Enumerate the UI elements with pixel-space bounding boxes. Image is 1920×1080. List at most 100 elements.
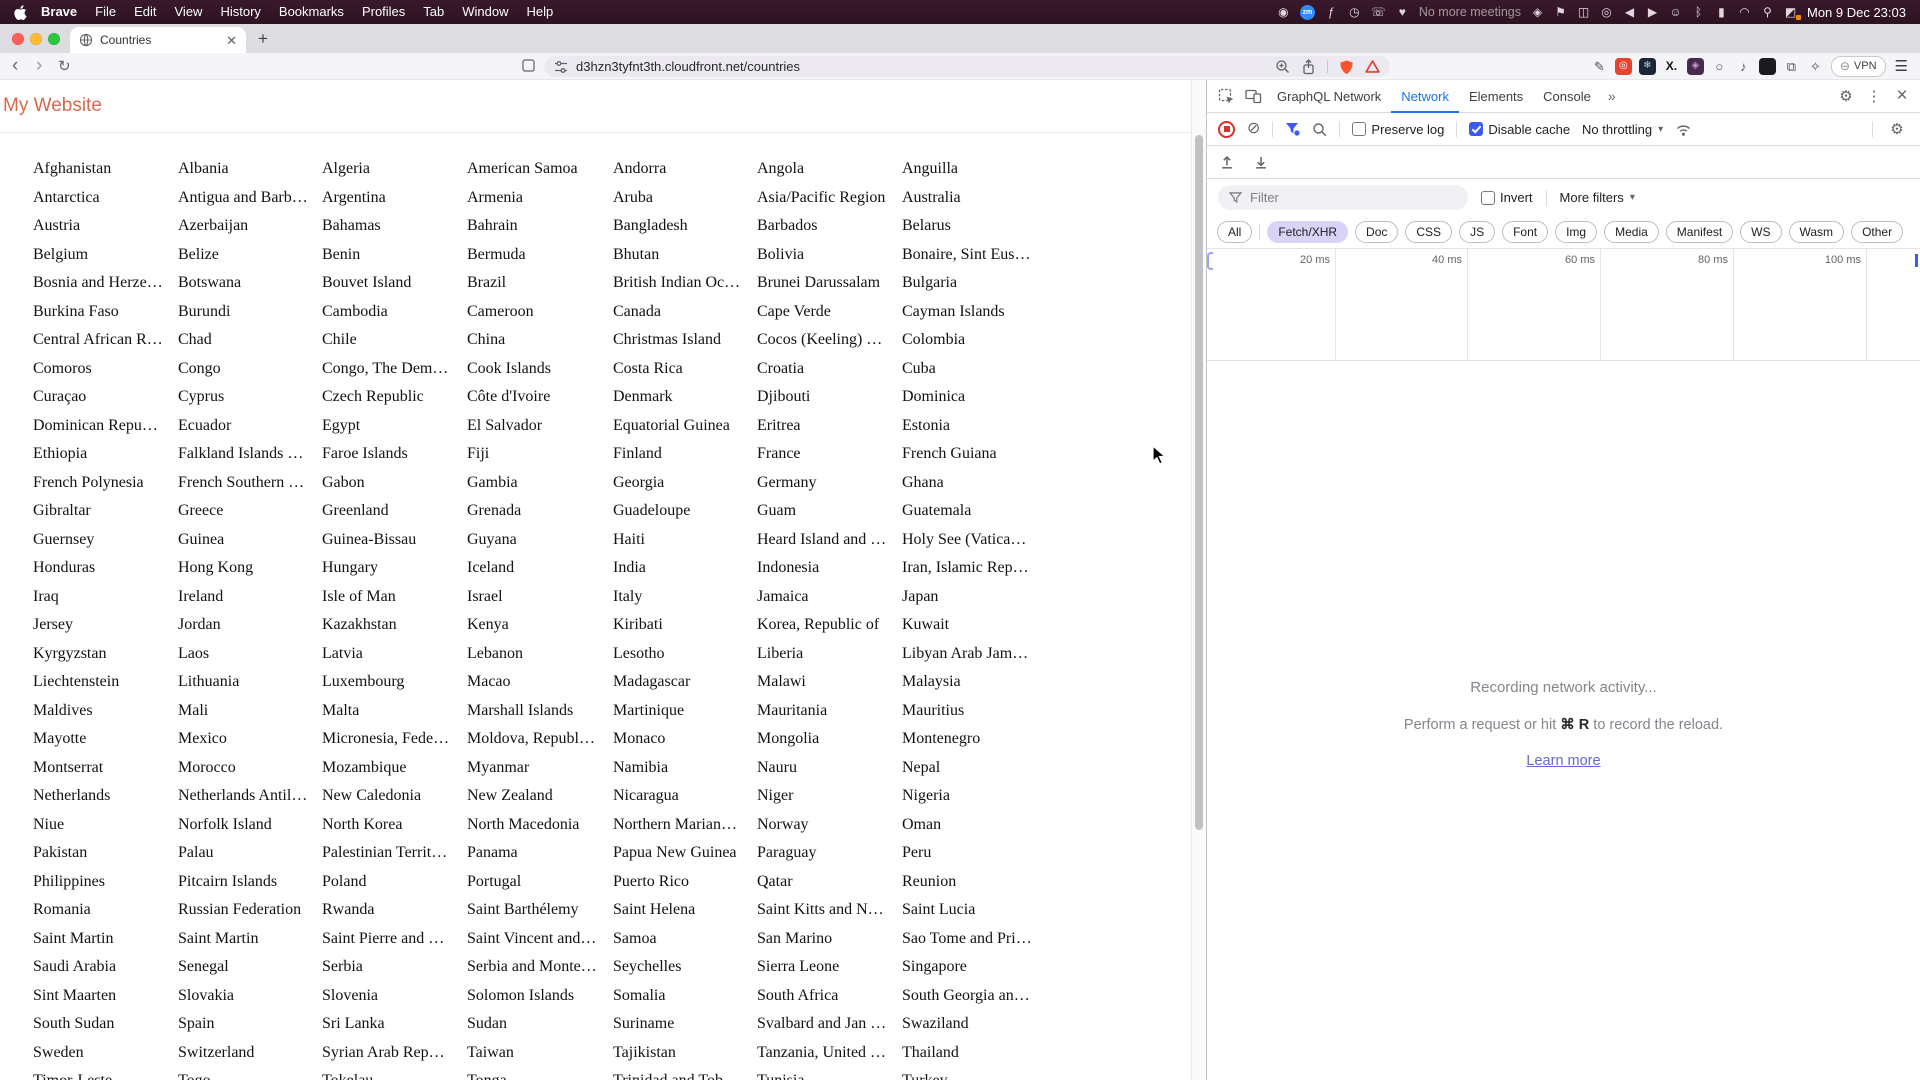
country-item[interactable]: Singapore bbox=[902, 953, 1191, 982]
share-icon[interactable] bbox=[1301, 58, 1316, 75]
country-item[interactable]: Romania bbox=[33, 896, 178, 925]
country-item[interactable]: Puerto Rico bbox=[613, 868, 757, 897]
country-item[interactable]: Lesotho bbox=[613, 640, 757, 669]
country-item[interactable]: Burkina Faso bbox=[33, 298, 178, 327]
country-item[interactable]: Nigeria bbox=[902, 782, 1191, 811]
country-item[interactable]: Mauritania bbox=[757, 697, 902, 726]
country-item[interactable]: Kyrgyzstan bbox=[33, 640, 178, 669]
keyboard-brightness-icon[interactable]: ƒ bbox=[1325, 6, 1338, 18]
country-item[interactable]: Jersey bbox=[33, 611, 178, 640]
country-item[interactable]: Belize bbox=[178, 241, 322, 270]
country-item[interactable]: Germany bbox=[757, 469, 902, 498]
flag-icon[interactable]: ⚑ bbox=[1554, 6, 1567, 18]
country-item[interactable]: South Sudan bbox=[33, 1010, 178, 1039]
country-item[interactable]: Cayman Islands bbox=[902, 298, 1191, 327]
country-item[interactable]: Macao bbox=[467, 668, 613, 697]
country-item[interactable]: Libyan Arab Jam… bbox=[902, 640, 1191, 669]
country-item[interactable]: Spain bbox=[178, 1010, 322, 1039]
octagon-extension-icon[interactable]: ○ bbox=[1711, 58, 1728, 75]
close-window-button[interactable] bbox=[12, 32, 24, 45]
country-item[interactable]: Honduras bbox=[33, 554, 178, 583]
country-item[interactable]: Mexico bbox=[178, 725, 322, 754]
inspect-element-icon[interactable] bbox=[1213, 88, 1240, 105]
apple-icon[interactable] bbox=[14, 4, 27, 20]
country-item[interactable]: Bolivia bbox=[757, 241, 902, 270]
network-settings-gear-icon[interactable]: ⚙ bbox=[1885, 120, 1909, 138]
country-item[interactable]: Sao Tome and Pri… bbox=[902, 925, 1191, 954]
country-item[interactable]: Serbia bbox=[322, 953, 467, 982]
country-item[interactable]: Equatorial Guinea bbox=[613, 412, 757, 441]
country-item[interactable]: American Samoa bbox=[467, 155, 613, 184]
country-item[interactable]: South Africa bbox=[757, 982, 902, 1011]
country-item[interactable]: Asia/Pacific Region bbox=[757, 184, 902, 213]
country-item[interactable]: Congo, The Dem… bbox=[322, 355, 467, 384]
country-item[interactable]: Montenegro bbox=[902, 725, 1191, 754]
country-item[interactable]: Nepal bbox=[902, 754, 1191, 783]
country-item[interactable]: Tunisia bbox=[757, 1067, 902, 1080]
filter-chip-fetch-xhr[interactable]: Fetch/XHR bbox=[1267, 221, 1349, 243]
country-item[interactable]: France bbox=[757, 440, 902, 469]
country-item[interactable]: Switzerland bbox=[178, 1039, 322, 1068]
country-item[interactable]: British Indian Oc… bbox=[613, 269, 757, 298]
country-item[interactable]: Netherlands Antil… bbox=[178, 782, 322, 811]
filter-chip-font[interactable]: Font bbox=[1502, 221, 1549, 243]
country-item[interactable]: Eritrea bbox=[757, 412, 902, 441]
country-item[interactable]: Serbia and Monte… bbox=[467, 953, 613, 982]
browser-tab-countries[interactable]: Countries ✕ bbox=[70, 27, 246, 53]
country-item[interactable]: Papua New Guinea bbox=[613, 839, 757, 868]
wifi-icon[interactable]: ◠ bbox=[1738, 6, 1751, 18]
country-item[interactable]: Japan bbox=[902, 583, 1191, 612]
country-item[interactable]: Norway bbox=[757, 811, 902, 840]
menu-item-window[interactable]: Window bbox=[453, 4, 517, 19]
country-item[interactable]: Greenland bbox=[322, 497, 467, 526]
menu-bar-clock[interactable]: Mon 9 Dec 23:03 bbox=[1807, 5, 1906, 20]
devtools-settings-gear-icon[interactable]: ⚙ bbox=[1834, 87, 1858, 105]
country-item[interactable]: Christmas Island bbox=[613, 326, 757, 355]
country-item[interactable]: Northern Marian… bbox=[613, 811, 757, 840]
back-button[interactable]: ‹ bbox=[12, 53, 18, 79]
country-item[interactable]: Ecuador bbox=[178, 412, 322, 441]
country-item[interactable]: Namibia bbox=[613, 754, 757, 783]
country-item[interactable]: Seychelles bbox=[613, 953, 757, 982]
country-item[interactable]: Guinea bbox=[178, 526, 322, 555]
zoom-app-icon[interactable]: zm bbox=[1299, 4, 1315, 20]
country-item[interactable]: Bhutan bbox=[613, 241, 757, 270]
filter-chip-img[interactable]: Img bbox=[1555, 221, 1598, 243]
country-item[interactable]: Guatemala bbox=[902, 497, 1191, 526]
country-item[interactable]: Maldives bbox=[33, 697, 178, 726]
country-item[interactable]: Oman bbox=[902, 811, 1191, 840]
country-item[interactable]: Palestinian Territ… bbox=[322, 839, 467, 868]
country-item[interactable]: Sweden bbox=[33, 1039, 178, 1068]
country-item[interactable]: China bbox=[467, 326, 613, 355]
search-icon[interactable]: ⚲ bbox=[1761, 6, 1774, 18]
country-item[interactable]: Gibraltar bbox=[33, 497, 178, 526]
filter-chip-css[interactable]: CSS bbox=[1405, 221, 1453, 243]
country-item[interactable]: Madagascar bbox=[613, 668, 757, 697]
country-item[interactable]: Saudi Arabia bbox=[33, 953, 178, 982]
country-item[interactable]: Togo bbox=[178, 1067, 322, 1080]
tab-close-icon[interactable]: ✕ bbox=[226, 34, 237, 47]
country-item[interactable]: South Georgia an… bbox=[902, 982, 1191, 1011]
country-item[interactable]: Fiji bbox=[467, 440, 613, 469]
red-extension-icon[interactable]: ◎ bbox=[1614, 57, 1632, 75]
country-item[interactable]: Bouvet Island bbox=[322, 269, 467, 298]
minimize-window-button[interactable] bbox=[30, 32, 42, 45]
music-note-extension-icon[interactable]: ♪ bbox=[1735, 58, 1752, 75]
country-item[interactable]: Cook Islands bbox=[467, 355, 613, 384]
country-item[interactable]: Cape Verde bbox=[757, 298, 902, 327]
country-item[interactable]: Bermuda bbox=[467, 241, 613, 270]
country-item[interactable]: Hungary bbox=[322, 554, 467, 583]
country-item[interactable]: Mauritius bbox=[902, 697, 1191, 726]
country-item[interactable]: Sint Maarten bbox=[33, 982, 178, 1011]
country-item[interactable]: Svalbard and Jan … bbox=[757, 1010, 902, 1039]
country-item[interactable]: Senegal bbox=[178, 953, 322, 982]
country-item[interactable]: Burundi bbox=[178, 298, 322, 327]
more-tabs-icon[interactable]: » bbox=[1601, 88, 1623, 104]
preserve-log-checkbox[interactable]: Preserve log bbox=[1352, 122, 1444, 137]
country-item[interactable]: Angola bbox=[757, 155, 902, 184]
country-item[interactable]: Hong Kong bbox=[178, 554, 322, 583]
country-item[interactable]: Faroe Islands bbox=[322, 440, 467, 469]
country-item[interactable]: Saint Lucia bbox=[902, 896, 1191, 925]
country-item[interactable]: Colombia bbox=[902, 326, 1191, 355]
country-item[interactable]: Ghana bbox=[902, 469, 1191, 498]
